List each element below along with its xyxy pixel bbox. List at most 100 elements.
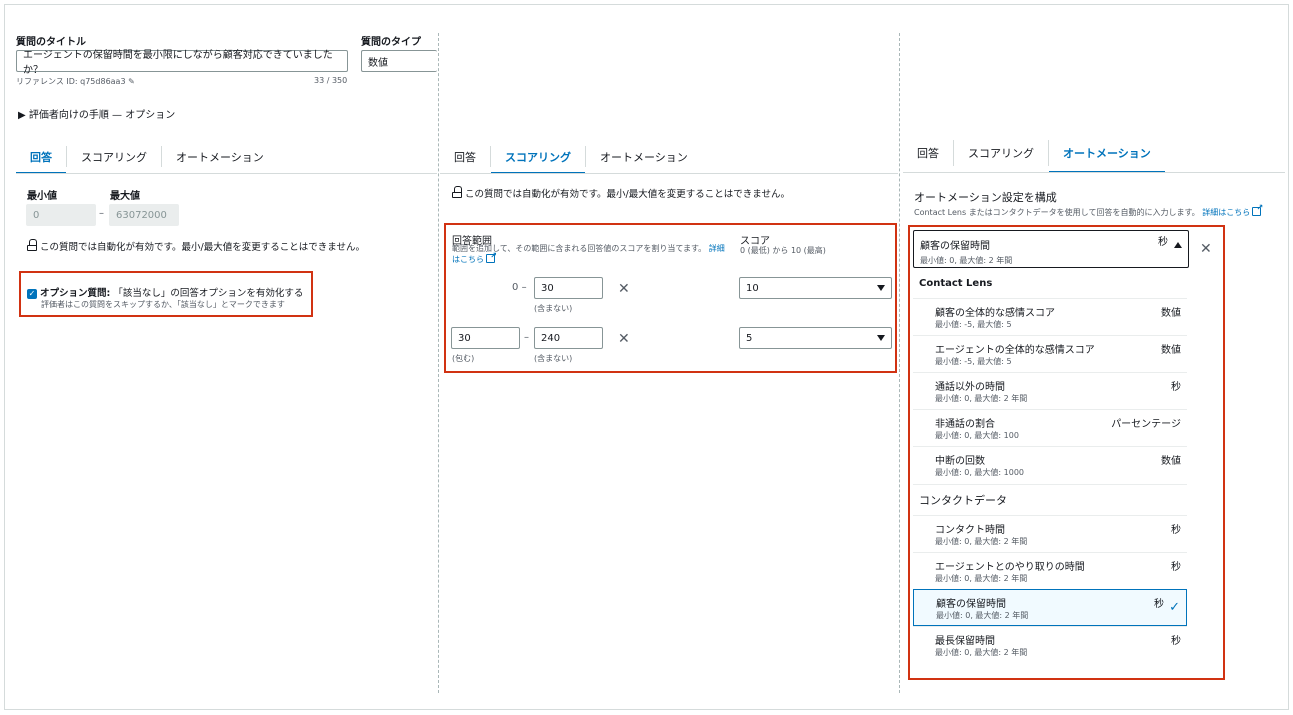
right-tabs: 回答 スコアリング オートメーション bbox=[903, 134, 1165, 173]
remove-range-row-2-icon[interactable]: ✕ bbox=[618, 332, 630, 346]
item-unit: 秒 bbox=[1171, 382, 1181, 393]
item-unit: 秒 bbox=[1171, 636, 1181, 647]
tab-answer[interactable]: 回答 bbox=[440, 140, 490, 173]
range-row-2-from-note: (包む) bbox=[452, 354, 475, 363]
checkbox-checked-icon[interactable]: ✓ bbox=[27, 288, 37, 299]
item-range: 最小値: 0, 最大値: 2 年間 bbox=[935, 537, 1028, 546]
item-name: 非通話の割合 bbox=[935, 419, 995, 430]
tab-scoring[interactable]: スコアリング bbox=[491, 140, 585, 174]
item-range: 最小値: 0, 最大値: 100 bbox=[935, 431, 1019, 440]
range-dash: – bbox=[99, 208, 104, 219]
optional-question-row[interactable]: ✓ オプション質問: 「該当なし」の回答オプションを有効化する bbox=[27, 285, 303, 299]
range-row-1-from: 0 – bbox=[512, 282, 527, 293]
selected-source-unit: 秒 bbox=[1158, 237, 1168, 248]
middle-tabs: 回答 スコアリング オートメーション bbox=[440, 140, 702, 174]
range-row-1-from-value: 0 bbox=[512, 282, 519, 293]
list-item[interactable]: 最長保留時間 最小値: 0, 最大値: 2 年間 秒 bbox=[913, 626, 1187, 663]
list-item[interactable]: 非通話の割合 最小値: 0, 最大値: 100 パーセンテージ bbox=[913, 409, 1187, 446]
list-item[interactable]: エージェントの全体的な感情スコア 最小値: -5, 最大値: 5 数値 bbox=[913, 335, 1187, 372]
automation-config-desc: Contact Lens またはコンタクトデータを使用して回答を自動的に入力しま… bbox=[914, 203, 1263, 218]
max-value-input[interactable]: 63072000 bbox=[109, 204, 179, 226]
automation-config-title: オートメーション設定を構成 bbox=[914, 191, 1057, 204]
column-divider bbox=[438, 33, 439, 693]
list-item-selected[interactable]: 顧客の保留時間 最小値: 0, 最大値: 2 年間 秒 ✓ bbox=[913, 589, 1187, 626]
selected-source-right: 秒 bbox=[1158, 237, 1182, 248]
clear-automation-icon[interactable]: ✕ bbox=[1200, 242, 1212, 256]
external-link-icon bbox=[1252, 203, 1263, 216]
question-type-select[interactable]: 数値 bbox=[361, 50, 437, 72]
range-row-2-dash: – bbox=[524, 332, 529, 343]
answer-range-desc: 範囲を追加して、その範囲に含まれる回答値のスコアを割り当てます。 詳細 はこちら bbox=[452, 243, 732, 265]
selected-source: 顧客の保留時間 最小値: 0, 最大値: 2 年間 bbox=[920, 237, 1012, 266]
automation-note-text: この質問では自動化が有効です。最小/最大値を変更することはできません。 bbox=[40, 242, 365, 253]
tab-scoring[interactable]: スコアリング bbox=[67, 140, 161, 173]
scoring-automation-note-text: この質問では自動化が有効です。最小/最大値を変更することはできません。 bbox=[465, 189, 790, 200]
item-range: 最小値: -5, 最大値: 5 bbox=[935, 357, 1012, 366]
optional-question-sub: 評価者はこの質問をスキップするか、「該当なし」とマークできます bbox=[41, 300, 285, 309]
tab-scoring[interactable]: スコアリング bbox=[954, 134, 1048, 172]
group-contact-lens: Contact Lens bbox=[919, 278, 993, 289]
evaluator-instructions-toggle[interactable]: ▶ 評価者向けの手順 — オプション bbox=[18, 106, 175, 121]
tab-automation[interactable]: オートメーション bbox=[1049, 134, 1165, 173]
pencil-icon[interactable]: ✎ bbox=[128, 77, 135, 86]
range-row-1-score-select[interactable]: 10 bbox=[739, 277, 892, 299]
tab-automation[interactable]: オートメーション bbox=[162, 140, 278, 173]
optional-question-text: 「該当なし」の回答オプションを有効化する bbox=[113, 288, 304, 299]
automation-config-desc-text: Contact Lens またはコンタクトデータを使用して回答を自動的に入力しま… bbox=[914, 208, 1200, 217]
item-name: 顧客の全体的な感情スコア bbox=[935, 308, 1055, 319]
range-row-2-score-select[interactable]: 5 bbox=[739, 327, 892, 349]
item-name: 最長保留時間 bbox=[935, 636, 995, 647]
optional-question-bold: オプション質問: bbox=[40, 288, 111, 299]
left-tabs: 回答 スコアリング オートメーション bbox=[16, 140, 278, 174]
scoring-automation-note: この質問では自動化が有効です。最小/最大値を変更することはできません。 bbox=[452, 186, 790, 200]
range-row-2-from-input[interactable]: 30 bbox=[451, 327, 520, 349]
item-name: 通話以外の時間 bbox=[935, 382, 1005, 393]
item-unit: 数値 bbox=[1161, 456, 1181, 467]
list-item[interactable]: 通話以外の時間 最小値: 0, 最大値: 2 年間 秒 bbox=[913, 372, 1187, 409]
item-unit: パーセンテージ bbox=[1111, 419, 1181, 430]
tab-automation[interactable]: オートメーション bbox=[586, 140, 702, 173]
tab-answer[interactable]: 回答 bbox=[16, 140, 66, 174]
lock-icon bbox=[452, 186, 462, 198]
list-item[interactable]: 顧客の全体的な感情スコア 最小値: -5, 最大値: 5 数値 bbox=[913, 298, 1187, 335]
group-divider bbox=[913, 484, 1187, 485]
question-title-input[interactable]: エージェントの保留時間を最小限にしながら顧客対応できていましたか？ bbox=[16, 50, 348, 76]
caret-down-icon bbox=[877, 335, 885, 341]
item-name: エージェントの全体的な感情スコア bbox=[935, 345, 1095, 356]
item-range: 最小値: -5, 最大値: 5 bbox=[935, 320, 1012, 329]
selected-source-range: 最小値: 0, 最大値: 2 年間 bbox=[920, 256, 1013, 265]
caret-up-icon bbox=[1174, 241, 1182, 248]
learn-more-link[interactable]: 詳細はこちら bbox=[1202, 208, 1250, 217]
range-row-1-to-input[interactable]: 30 bbox=[534, 277, 603, 299]
tab-underline bbox=[16, 173, 437, 174]
reference-id: リファレンス ID: q75d86aa3 ✎ bbox=[16, 76, 135, 87]
min-value-input[interactable]: 0 bbox=[26, 204, 96, 226]
item-unit: 秒 bbox=[1171, 562, 1181, 573]
item-name: 中断の回数 bbox=[935, 456, 985, 467]
range-row-1-score-value: 10 bbox=[746, 282, 759, 294]
tab-answer[interactable]: 回答 bbox=[903, 134, 953, 172]
list-item[interactable]: コンタクト時間 最小値: 0, 最大値: 2 年間 秒 bbox=[913, 515, 1187, 552]
item-range: 最小値: 0, 最大値: 1000 bbox=[935, 468, 1025, 477]
item-range: 最小値: 0, 最大値: 2 年間 bbox=[935, 648, 1028, 657]
item-unit: 数値 bbox=[1161, 345, 1181, 356]
item-range: 最小値: 0, 最大値: 2 年間 bbox=[935, 574, 1028, 583]
range-row-1-dash: – bbox=[521, 282, 527, 293]
automation-source-select[interactable]: 顧客の保留時間 最小値: 0, 最大値: 2 年間 秒 bbox=[913, 230, 1189, 268]
learn-more-link[interactable]: 詳細 bbox=[709, 244, 725, 253]
list-item[interactable]: エージェントとのやり取りの時間 最小値: 0, 最大値: 2 年間 秒 bbox=[913, 552, 1187, 589]
item-name: 顧客の保留時間 bbox=[936, 599, 1006, 610]
external-link-icon bbox=[486, 250, 497, 263]
question-type-label: 質問のタイプ bbox=[361, 37, 421, 48]
remove-range-row-1-icon[interactable]: ✕ bbox=[618, 282, 630, 296]
automation-note: この質問では自動化が有効です。最小/最大値を変更することはできません。 bbox=[27, 239, 365, 253]
max-value-label: 最大値 bbox=[110, 191, 140, 202]
range-row-2-to-input[interactable]: 240 bbox=[534, 327, 603, 349]
list-item[interactable]: 中断の回数 最小値: 0, 最大値: 1000 数値 bbox=[913, 446, 1187, 483]
selected-source-name: 顧客の保留時間 bbox=[920, 241, 990, 252]
item-name: コンタクト時間 bbox=[935, 525, 1005, 536]
group-contact-data: コンタクトデータ bbox=[919, 494, 1007, 507]
score-desc: 0 (最低) から 10 (最高) bbox=[740, 246, 826, 255]
learn-more-link-2[interactable]: はこちら bbox=[452, 255, 484, 264]
range-row-1-to-note: (含まない) bbox=[534, 304, 573, 313]
